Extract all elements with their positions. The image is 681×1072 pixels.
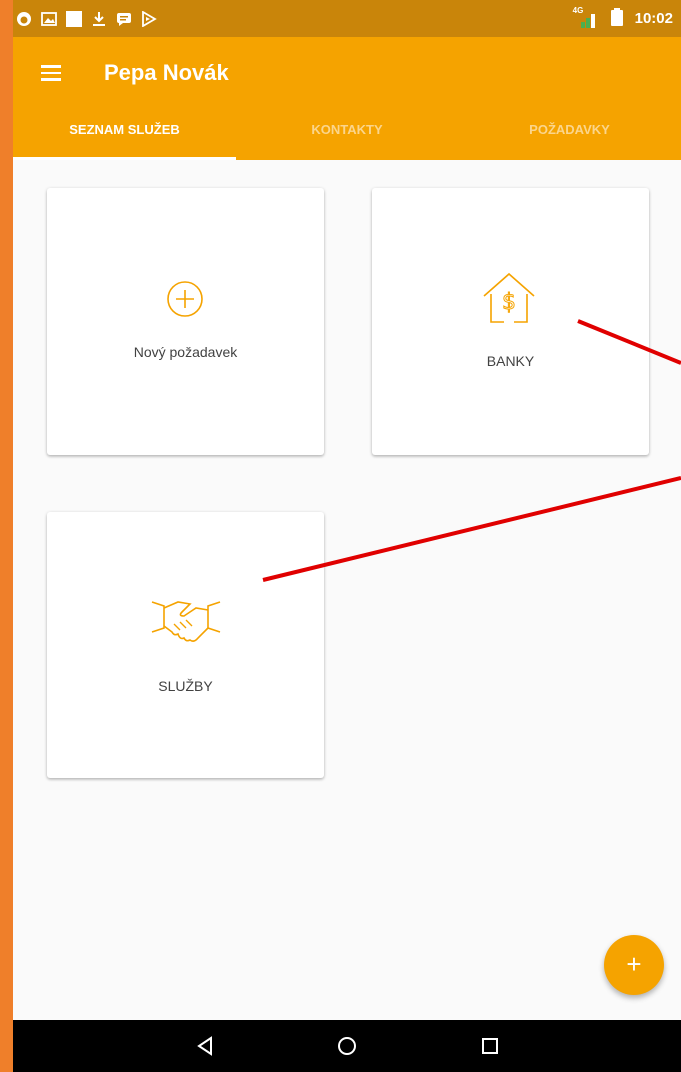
notification-app-icon (16, 11, 32, 27)
card-novy-pozadavek[interactable]: Nový požadavek (47, 188, 324, 455)
tab-pozadavky[interactable]: POŽADAVKY (458, 122, 681, 160)
add-fab-button[interactable]: + (604, 935, 664, 995)
handshake-icon (151, 601, 221, 642)
card-label: SLUŽBY (158, 678, 213, 694)
message-icon (116, 11, 132, 27)
card-label: BANKY (486, 353, 535, 369)
tab-label: SEZNAM SLUŽEB (69, 122, 180, 137)
battery-icon (610, 7, 623, 30)
tab-label: POŽADAVKY (529, 122, 610, 137)
add-circle-icon (167, 281, 203, 317)
white-square-icon (66, 10, 82, 27)
image-icon (41, 11, 57, 27)
svg-text:$: $ (502, 290, 516, 315)
system-navigation-bar (13, 1020, 681, 1072)
tab-seznam-sluzeb[interactable]: SEZNAM SLUŽEB (13, 122, 236, 160)
home-icon[interactable] (321, 1020, 373, 1072)
status-bar: 4G 10:02 (13, 0, 681, 37)
tab-kontakty[interactable]: KONTAKTY (236, 122, 458, 160)
card-label: Nový požadavek (133, 344, 238, 360)
app-bar: Pepa Novák SEZNAM SLUŽEB KONTAKTY POŽADA… (13, 37, 681, 160)
card-sluzby[interactable]: SLUŽBY (47, 512, 324, 778)
clock: 10:02 (634, 10, 673, 27)
left-edge-border (0, 0, 13, 1072)
bank-house-dollar-icon: $ (483, 272, 535, 323)
services-grid: Nový požadavek $ BANKY SLUŽBY (13, 160, 681, 1020)
recents-icon[interactable] (464, 1020, 516, 1072)
tab-label: KONTAKTY (311, 122, 383, 137)
download-icon (91, 11, 107, 27)
play-store-icon (141, 10, 157, 27)
hamburger-menu-icon[interactable] (41, 60, 71, 86)
back-icon[interactable] (179, 1020, 231, 1072)
card-banky[interactable]: $ BANKY (372, 188, 649, 455)
signal-icon: 4G (573, 6, 599, 29)
page-title: Pepa Novák (104, 60, 229, 85)
